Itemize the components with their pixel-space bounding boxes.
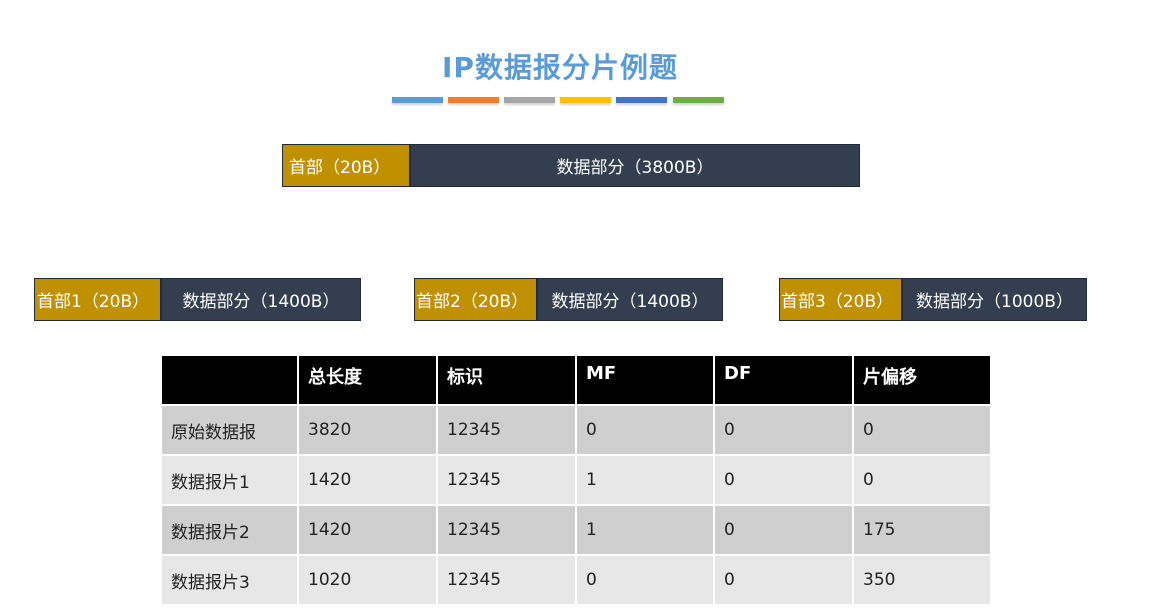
fragment-3-header: 首部3（20B） [779, 278, 902, 321]
color-bar-darkblue [616, 97, 667, 103]
original-packet: 首部（20B） 数据部分（3800B） [282, 144, 860, 187]
table-header-blank [162, 356, 299, 406]
table-row: 原始数据报 3820 12345 0 0 0 [162, 406, 992, 456]
fragment-table: 总长度 标识 MF DF 片偏移 原始数据报 3820 12345 0 0 0 … [162, 356, 992, 606]
table-cell: 0 [854, 406, 992, 456]
color-bar-blue [392, 97, 443, 103]
fragment-3: 首部3（20B） 数据部分（1000B） [779, 278, 1087, 321]
table-cell: 0 [715, 506, 854, 556]
table-cell: 1420 [299, 456, 438, 506]
table-cell: 175 [854, 506, 992, 556]
table-header-total-length: 总长度 [299, 356, 438, 406]
table-cell: 12345 [438, 506, 577, 556]
table-row: 数据报片3 1020 12345 0 0 350 [162, 556, 992, 606]
table-cell: 原始数据报 [162, 406, 299, 456]
table-header-fragment-offset: 片偏移 [854, 356, 992, 406]
table-cell: 1 [577, 506, 715, 556]
table-cell: 0 [577, 406, 715, 456]
table-cell: 0 [854, 456, 992, 506]
table-header-identification: 标识 [438, 356, 577, 406]
color-bar-gold [560, 97, 611, 103]
table-cell: 12345 [438, 556, 577, 606]
table-cell: 350 [854, 556, 992, 606]
color-bar-gray [504, 97, 555, 103]
original-packet-data: 数据部分（3800B） [410, 144, 860, 187]
fragment-2-header: 首部2（20B） [414, 278, 537, 321]
table-header-df: DF [715, 356, 854, 406]
fragment-3-data: 数据部分（1000B） [902, 278, 1087, 321]
color-bar-green [673, 97, 724, 103]
fragment-2: 首部2（20B） 数据部分（1400B） [414, 278, 723, 321]
table-header-row: 总长度 标识 MF DF 片偏移 [162, 356, 992, 406]
table-cell: 0 [715, 406, 854, 456]
fragment-1-data: 数据部分（1400B） [161, 278, 361, 321]
table-cell: 数据报片2 [162, 506, 299, 556]
table-cell: 3820 [299, 406, 438, 456]
table-cell: 12345 [438, 406, 577, 456]
table-cell: 1 [577, 456, 715, 506]
fragment-1: 首部1（20B） 数据部分（1400B） [34, 278, 361, 321]
table-row: 数据报片1 1420 12345 1 0 0 [162, 456, 992, 506]
table-row: 数据报片2 1420 12345 1 0 175 [162, 506, 992, 556]
table-cell: 1020 [299, 556, 438, 606]
table-cell: 0 [715, 556, 854, 606]
table-cell: 12345 [438, 456, 577, 506]
table-header-mf: MF [577, 356, 715, 406]
page-title: IP数据报分片例题 [442, 51, 678, 84]
table-cell: 1420 [299, 506, 438, 556]
table-cell: 0 [715, 456, 854, 506]
original-packet-header: 首部（20B） [282, 144, 410, 187]
color-bar-orange [448, 97, 499, 103]
fragment-1-header: 首部1（20B） [34, 278, 161, 321]
table-cell: 0 [577, 556, 715, 606]
fragment-2-data: 数据部分（1400B） [537, 278, 723, 321]
table-cell: 数据报片3 [162, 556, 299, 606]
table-cell: 数据报片1 [162, 456, 299, 506]
